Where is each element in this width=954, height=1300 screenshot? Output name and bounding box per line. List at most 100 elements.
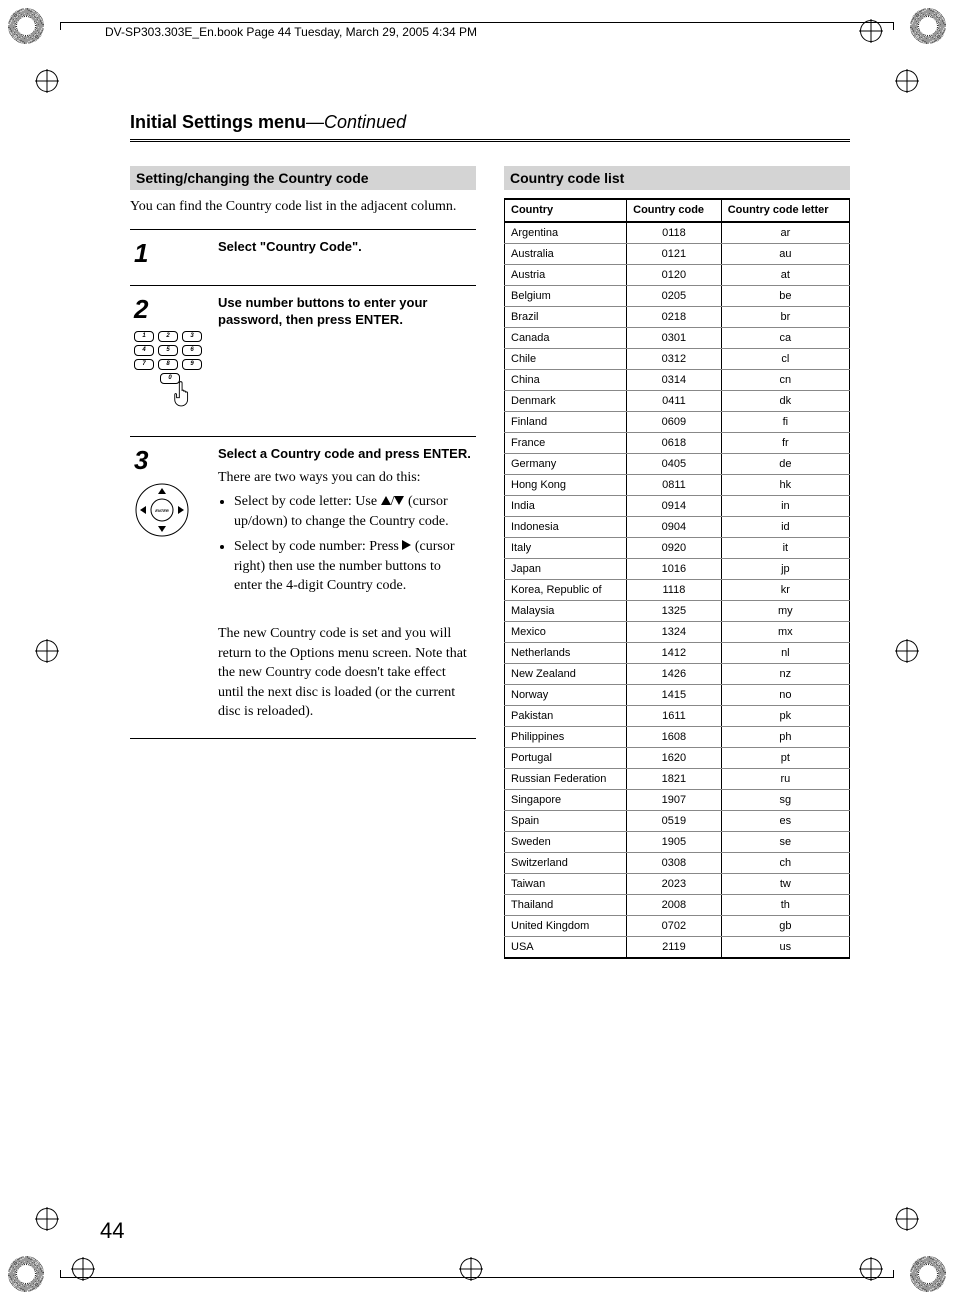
country-name: Taiwan: [505, 874, 627, 895]
country-code-number: 0519: [627, 811, 722, 832]
table-row: Pakistan1611pk: [505, 706, 850, 727]
country-code-number: 0811: [627, 475, 722, 496]
table-row: Australia0121au: [505, 244, 850, 265]
step-number: 2: [134, 294, 210, 325]
country-code-number: 0218: [627, 307, 722, 328]
country-name: Brazil: [505, 307, 627, 328]
table-row: Germany0405de: [505, 454, 850, 475]
step-title: Select "Country Code".: [218, 238, 472, 256]
country-code-letter: ar: [721, 222, 849, 244]
table-row: Norway1415no: [505, 685, 850, 706]
step-number: 3: [134, 445, 210, 476]
table-row: Netherlands1412nl: [505, 643, 850, 664]
country-code-table: Country Country code Country code letter…: [504, 198, 850, 959]
country-name: Chile: [505, 349, 627, 370]
table-row: New Zealand1426nz: [505, 664, 850, 685]
country-name: Germany: [505, 454, 627, 475]
country-name: USA: [505, 937, 627, 959]
country-code-letter: nl: [721, 643, 849, 664]
crosshair-icon: [896, 1208, 918, 1230]
table-row: Malaysia1325my: [505, 601, 850, 622]
country-code-letter: at: [721, 265, 849, 286]
country-code-letter: hk: [721, 475, 849, 496]
country-code-letter: no: [721, 685, 849, 706]
cursor-down-icon: [394, 496, 404, 505]
country-code-number: 0920: [627, 538, 722, 559]
country-code-number: 0314: [627, 370, 722, 391]
country-name: Finland: [505, 412, 627, 433]
country-code-letter: id: [721, 517, 849, 538]
step-body-intro: There are two ways you can do this:: [218, 468, 472, 488]
country-name: Spain: [505, 811, 627, 832]
section-heading-setting: Setting/changing the Country code: [130, 166, 476, 190]
country-code-letter: th: [721, 895, 849, 916]
table-row: Mexico1324mx: [505, 622, 850, 643]
table-row: Argentina0118ar: [505, 222, 850, 244]
country-code-letter: my: [721, 601, 849, 622]
country-code-letter: sg: [721, 790, 849, 811]
country-code-letter: mx: [721, 622, 849, 643]
hand-pointer-icon: [172, 381, 194, 407]
crop-mark: [60, 1270, 894, 1278]
country-code-letter: es: [721, 811, 849, 832]
table-row: Chile0312cl: [505, 349, 850, 370]
country-code-letter: be: [721, 286, 849, 307]
table-row: Russian Federation1821ru: [505, 769, 850, 790]
country-name: Portugal: [505, 748, 627, 769]
country-code-number: 0411: [627, 391, 722, 412]
table-row: Taiwan2023tw: [505, 874, 850, 895]
country-code-number: 0120: [627, 265, 722, 286]
country-name: Austria: [505, 265, 627, 286]
cursor-right-icon: [402, 540, 411, 550]
country-code-number: 1412: [627, 643, 722, 664]
country-name: China: [505, 370, 627, 391]
table-row: Belgium0205be: [505, 286, 850, 307]
crosshair-icon: [36, 640, 58, 662]
table-header: Country: [505, 199, 627, 222]
steps-table: 1 Select "Country Code". 2 123 456 789 0: [130, 229, 476, 739]
country-name: Denmark: [505, 391, 627, 412]
country-code-number: 1821: [627, 769, 722, 790]
country-name: Singapore: [505, 790, 627, 811]
country-code-number: 1611: [627, 706, 722, 727]
table-row: Austria0120at: [505, 265, 850, 286]
country-code-letter: it: [721, 538, 849, 559]
country-name: Hong Kong: [505, 475, 627, 496]
country-name: Philippines: [505, 727, 627, 748]
country-code-number: 2008: [627, 895, 722, 916]
country-code-number: 1415: [627, 685, 722, 706]
country-code-letter: us: [721, 937, 849, 959]
table-row: Portugal1620pt: [505, 748, 850, 769]
table-row: Hong Kong0811hk: [505, 475, 850, 496]
country-name: France: [505, 433, 627, 454]
country-name: Australia: [505, 244, 627, 265]
country-code-letter: fr: [721, 433, 849, 454]
country-code-letter: nz: [721, 664, 849, 685]
country-code-number: 1016: [627, 559, 722, 580]
country-code-number: 0904: [627, 517, 722, 538]
table-row: Denmark0411dk: [505, 391, 850, 412]
table-row: Thailand2008th: [505, 895, 850, 916]
table-row: Spain0519es: [505, 811, 850, 832]
country-code-letter: ca: [721, 328, 849, 349]
country-code-number: 0118: [627, 222, 722, 244]
table-row: USA2119us: [505, 937, 850, 959]
crosshair-icon: [36, 1208, 58, 1230]
country-name: Mexico: [505, 622, 627, 643]
country-code-letter: tw: [721, 874, 849, 895]
registration-mark-icon: [8, 1256, 44, 1292]
country-name: Japan: [505, 559, 627, 580]
section-heading-list: Country code list: [504, 166, 850, 190]
table-row: Switzerland0308ch: [505, 853, 850, 874]
step-bullet: Select by code number: Press (cursor rig…: [234, 537, 472, 596]
page-title-continued: —Continued: [306, 112, 406, 132]
table-row: Italy0920it: [505, 538, 850, 559]
country-code-number: 0312: [627, 349, 722, 370]
country-name: Indonesia: [505, 517, 627, 538]
country-name: Switzerland: [505, 853, 627, 874]
country-code-number: 1426: [627, 664, 722, 685]
country-name: Belgium: [505, 286, 627, 307]
table-row: Canada0301ca: [505, 328, 850, 349]
country-code-letter: ch: [721, 853, 849, 874]
page-title-text: Initial Settings menu: [130, 112, 306, 132]
